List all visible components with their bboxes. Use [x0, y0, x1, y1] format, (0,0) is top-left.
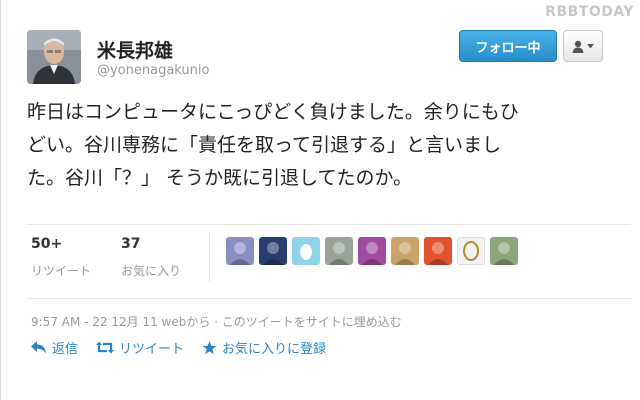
- tweet-line: どい。谷川専務に「責任を取って引退する」と言いまし: [27, 134, 502, 156]
- favoriter-avatars: [226, 237, 518, 265]
- display-name[interactable]: 米長邦雄: [97, 36, 173, 63]
- star-icon: [202, 340, 217, 354]
- retweet-icon: [96, 341, 115, 354]
- user-actions-button[interactable]: [563, 30, 603, 62]
- divider: [27, 298, 631, 299]
- favorite-button[interactable]: お気に入りに登録: [202, 338, 326, 357]
- tweet-card: RBBTODAY 米長邦雄 @yonenagakunio フォロー中 昨日はコン…: [0, 0, 640, 400]
- avatar-thumb-5-icon[interactable]: [358, 237, 386, 265]
- reply-label: 返信: [52, 342, 79, 357]
- avatar[interactable]: [27, 30, 81, 84]
- retweet-count: 50+: [31, 236, 63, 252]
- favorite-action-label: お気に入りに登録: [222, 342, 327, 357]
- avatar-thumb-9-icon[interactable]: [490, 237, 518, 265]
- favorite-count: 37: [121, 236, 141, 252]
- avatar-thumb-1-icon[interactable]: [226, 237, 254, 265]
- tweet-timestamp[interactable]: 9:57 AM - 22 12月 11 webから · このツイートをサイトに埋…: [31, 313, 402, 330]
- chevron-down-icon: [587, 43, 594, 48]
- tweet-text: 昨日はコンピュータにこっぴどく負けました。余りにもひ どい。谷川専務に「責任を取…: [27, 96, 627, 195]
- tweet-actions: 返信 リツイート お気に入りに登録: [31, 338, 326, 357]
- retweet-button[interactable]: リツイート: [96, 338, 184, 357]
- divider: [209, 232, 210, 282]
- avatar-thumb-egg-icon[interactable]: [292, 237, 320, 265]
- retweet-action-label: リツイート: [119, 342, 185, 357]
- avatar-thumb-4-icon[interactable]: [325, 237, 353, 265]
- watermark: RBBTODAY: [545, 4, 634, 20]
- tweet-line: 昨日はコンピュータにこっぴどく負けました。余りにもひ: [27, 101, 519, 123]
- user-icon: [572, 40, 584, 53]
- reply-icon: [31, 341, 46, 354]
- following-button[interactable]: フォロー中: [459, 30, 557, 62]
- avatar-thumb-6-icon[interactable]: [391, 237, 419, 265]
- retweet-label: リツイート: [31, 264, 92, 278]
- tweet-line: た。谷川「？」 そうか既に引退してたのか。: [27, 167, 413, 189]
- avatar-thumb-8-icon[interactable]: [457, 237, 485, 265]
- retweet-stat[interactable]: 50+ リツイート: [31, 236, 91, 279]
- favorite-label: お気に入り: [121, 264, 182, 278]
- username[interactable]: @yonenagakunio: [97, 63, 209, 78]
- divider: [27, 224, 631, 225]
- favorite-stat[interactable]: 37 お気に入り: [121, 236, 181, 279]
- avatar-thumb-7-icon[interactable]: [424, 237, 452, 265]
- person-photo-icon: [27, 30, 81, 84]
- avatar-thumb-2-icon[interactable]: [259, 237, 287, 265]
- reply-button[interactable]: 返信: [31, 338, 78, 357]
